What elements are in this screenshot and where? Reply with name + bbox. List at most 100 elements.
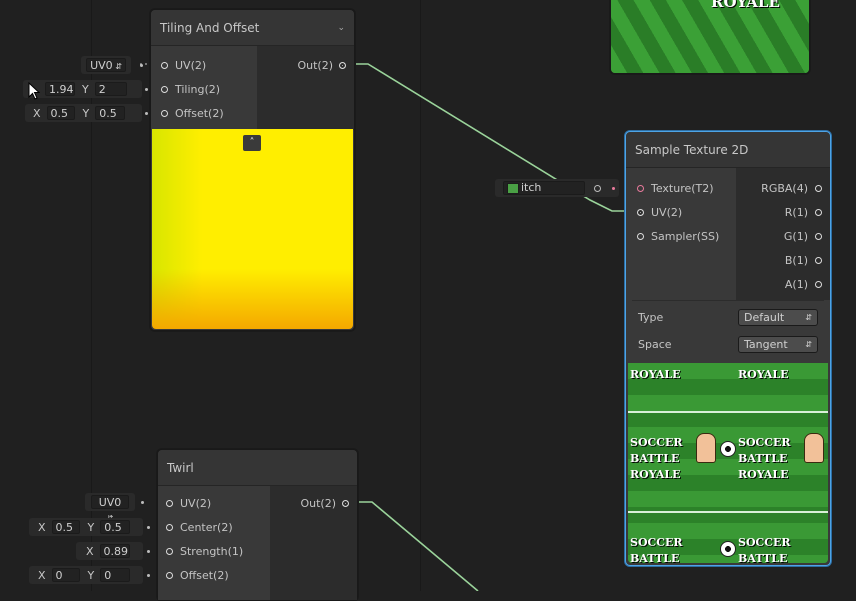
player-figure-icon — [804, 433, 824, 463]
input-port-offset[interactable]: Offset(2) — [158, 563, 270, 587]
port-dot-icon[interactable] — [815, 208, 822, 216]
twirl-node[interactable]: Twirl UV(2) Center(2) Strength(1) Offset… — [157, 449, 358, 601]
input-port-offset[interactable]: Offset(2) — [151, 101, 257, 125]
strength-x-value[interactable]: 0.89 — [99, 544, 130, 558]
output-port-rgba[interactable]: RGBA(4) — [736, 176, 830, 200]
port-dot-icon[interactable] — [637, 208, 644, 216]
port-label: Offset(2) — [180, 568, 229, 582]
connector-dot — [145, 88, 148, 91]
output-port-out[interactable]: Out(2) — [257, 53, 354, 77]
collapse-preview-button[interactable]: ˄ — [243, 135, 261, 151]
type-label: Type — [638, 311, 664, 324]
port-label: UV(2) — [180, 496, 212, 510]
port-dot-icon[interactable] — [166, 523, 173, 531]
node-header[interactable]: Twirl — [158, 450, 357, 486]
port-dot-icon[interactable] — [815, 184, 822, 192]
input-port-tiling[interactable]: Tiling(2) — [151, 77, 257, 101]
sample-texture-2d-node[interactable]: Sample Texture 2D Texture(T2) UV(2) Samp… — [625, 131, 831, 566]
type-dropdown[interactable]: Default ⇵ — [738, 309, 818, 326]
input-port-sampler[interactable]: Sampler(SS) — [626, 224, 736, 248]
twirl-offset-x-value[interactable]: 0 — [51, 568, 80, 582]
port-dot-icon[interactable] — [815, 232, 822, 240]
port-label: Center(2) — [180, 520, 233, 534]
tiling-field[interactable]: 1.94 Y 2 — [23, 80, 142, 98]
texture-object-field[interactable]: itch — [503, 181, 585, 195]
connector-dot — [140, 64, 143, 67]
twirl-center-field[interactable]: X 0.5 Y 0.5 — [29, 518, 143, 536]
port-dot-icon[interactable] — [166, 571, 173, 579]
twirl-offset-y-label: Y — [87, 568, 95, 582]
port-dot-icon[interactable] — [161, 109, 168, 117]
input-port-uv[interactable]: UV(2) — [626, 200, 736, 224]
port-dot-icon[interactable] — [815, 256, 822, 264]
preview-image-text: ROYALE — [711, 0, 780, 11]
port-label: Out(2) — [300, 496, 336, 510]
offset-y-value[interactable]: 0.5 — [95, 106, 126, 120]
strength-x-label: X — [86, 544, 94, 558]
port-dot-icon[interactable] — [161, 61, 168, 69]
port-dot-icon[interactable] — [161, 85, 168, 93]
center-y-value[interactable]: 0.5 — [100, 520, 131, 534]
node-header[interactable]: Tiling And Offset ⌄ — [151, 10, 354, 46]
collapse-chevron-icon[interactable]: ⌄ — [337, 23, 345, 33]
tile-text: SOCCER BATTLE ROYALE — [738, 436, 791, 481]
uv-channel-select[interactable]: UV0 ⇵ — [86, 58, 126, 72]
object-picker-icon[interactable] — [594, 184, 601, 192]
texture-input-field[interactable]: itch — [495, 179, 619, 197]
node-header[interactable]: Sample Texture 2D — [626, 132, 830, 168]
soccer-ball-icon — [720, 541, 736, 557]
tile-text: SOCCER BATTLE — [630, 536, 683, 563]
connector-dot — [141, 501, 144, 504]
port-label: Out(2) — [297, 58, 333, 72]
space-label: Space — [638, 338, 672, 351]
twirl-offset-y-value[interactable]: 0 — [100, 568, 131, 582]
tile-text: ROYALE — [738, 368, 789, 381]
output-port-out[interactable]: Out(2) — [270, 491, 357, 515]
node-title: Twirl — [167, 460, 194, 475]
tile-text: SOCCER BATTLE — [738, 536, 791, 563]
input-port-texture[interactable]: Texture(T2) — [626, 176, 736, 200]
preview-node-fragment[interactable]: ROYALE — [610, 0, 810, 74]
uv-channel-field[interactable]: UV0 ⇵ — [81, 56, 131, 74]
port-dot-icon[interactable] — [637, 184, 644, 192]
port-dot-icon[interactable] — [637, 232, 644, 240]
output-port-r[interactable]: R(1) — [736, 200, 830, 224]
connector-dot — [147, 550, 150, 553]
twirl-uv-channel-field[interactable]: UV0 ⇵ — [85, 493, 135, 523]
input-port-uv[interactable]: UV(2) — [158, 491, 270, 515]
port-label: RGBA(4) — [761, 181, 808, 195]
port-label: Offset(2) — [175, 106, 224, 120]
tiling-x-value[interactable]: 1.94 — [45, 82, 75, 96]
port-label: B(1) — [784, 253, 808, 267]
connector-dot — [147, 574, 150, 577]
output-port-b[interactable]: B(1) — [736, 248, 830, 272]
output-port-a[interactable]: A(1) — [736, 272, 830, 296]
offset-x-label: X — [33, 106, 41, 120]
port-dot-icon[interactable] — [339, 61, 346, 69]
port-dot-icon[interactable] — [342, 499, 349, 507]
port-label: R(1) — [784, 205, 808, 219]
center-y-label: Y — [87, 520, 95, 534]
port-dot-icon[interactable] — [166, 547, 173, 555]
port-dot-icon[interactable] — [166, 499, 173, 507]
tiling-y-value[interactable]: 2 — [94, 82, 127, 96]
input-port-uv[interactable]: UV(2) — [151, 53, 257, 77]
port-dot-icon[interactable] — [815, 280, 822, 288]
offset-x-value[interactable]: 0.5 — [46, 106, 75, 120]
connector-dot — [145, 112, 148, 115]
input-port-center[interactable]: Center(2) — [158, 515, 270, 539]
offset-field[interactable]: X 0.5 Y 0.5 — [25, 104, 142, 122]
uv-channel-select[interactable]: UV0 ⇵ — [91, 495, 129, 523]
player-figure-icon — [696, 433, 716, 463]
port-label: Sampler(SS) — [651, 229, 720, 243]
center-x-value[interactable]: 0.5 — [51, 520, 80, 534]
wire-twirl-out — [350, 501, 479, 591]
tiling-and-offset-node[interactable]: Tiling And Offset ⌄ UV(2) Tiling(2) Offs… — [150, 9, 355, 331]
connector-dot — [612, 187, 615, 190]
space-dropdown[interactable]: Tangent ⇵ — [738, 336, 818, 353]
texture-thumbnail-icon — [507, 182, 519, 194]
twirl-strength-field[interactable]: X 0.89 — [76, 542, 143, 560]
output-port-g[interactable]: G(1) — [736, 224, 830, 248]
twirl-offset-field[interactable]: X 0 Y 0 — [29, 566, 143, 584]
input-port-strength[interactable]: Strength(1) — [158, 539, 270, 563]
